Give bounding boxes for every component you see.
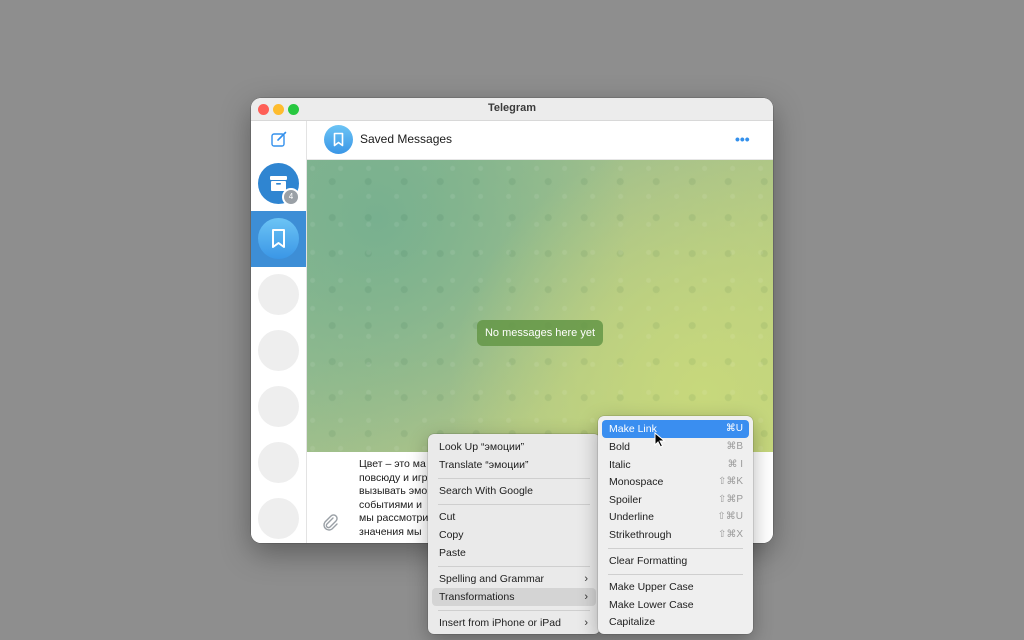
menu-item-label: Spoiler bbox=[609, 494, 642, 506]
menu-shortcut: ⇧⌘X bbox=[717, 529, 743, 540]
menu-item-cut[interactable]: Cut bbox=[432, 508, 596, 526]
menu-shortcut: ⇧⌘U bbox=[717, 511, 743, 522]
menu-item-label: Cut bbox=[439, 511, 456, 523]
menu-item-label: Search With Google bbox=[439, 485, 533, 497]
menu-shortcut: ⇧⌘P bbox=[717, 494, 743, 505]
menu-item-label: Make Lower Case bbox=[609, 599, 694, 611]
submenu-item-bold[interactable]: Bold ⌘B bbox=[602, 438, 749, 456]
submenu-item-spoiler[interactable]: Spoiler ⇧⌘P bbox=[602, 491, 749, 509]
menu-item-label: Insert from iPhone or iPad bbox=[439, 617, 561, 629]
chat-placeholder-avatar[interactable] bbox=[258, 274, 299, 315]
archive-unread-badge: 4 bbox=[282, 188, 300, 206]
menu-item-look-up[interactable]: Look Up “эмоции” bbox=[432, 438, 596, 456]
menu-item-label: Bold bbox=[609, 441, 631, 453]
menu-item-spelling-grammar[interactable]: Spelling and Grammar › bbox=[432, 570, 596, 588]
chat-placeholder-avatar[interactable] bbox=[258, 498, 299, 539]
bookmark-icon bbox=[333, 132, 344, 147]
menu-item-insert-from-iphone[interactable]: Insert from iPhone or iPad › bbox=[432, 614, 596, 632]
menu-separator bbox=[438, 566, 590, 567]
menu-separator bbox=[438, 504, 590, 505]
paperclip-icon[interactable] bbox=[320, 512, 340, 532]
menu-separator bbox=[608, 574, 743, 575]
menu-shortcut: ⌘U bbox=[725, 423, 743, 434]
chat-placeholder-avatar[interactable] bbox=[258, 442, 299, 483]
empty-chat-label: No messages here yet bbox=[477, 320, 603, 346]
menu-separator bbox=[438, 478, 590, 479]
menu-shortcut: ⇧⌘K bbox=[717, 476, 743, 487]
chevron-right-icon: › bbox=[584, 573, 588, 585]
menu-item-copy[interactable]: Copy bbox=[432, 526, 596, 544]
menu-item-label: Paste bbox=[439, 547, 466, 559]
mouse-cursor-icon bbox=[654, 432, 666, 448]
menu-shortcut: ⌘B bbox=[726, 441, 743, 452]
chat-header: Saved Messages ••• bbox=[307, 121, 773, 160]
menu-separator bbox=[608, 548, 743, 549]
bookmark-icon bbox=[272, 229, 285, 248]
menu-item-label: Monospace bbox=[609, 476, 664, 488]
chat-placeholder-avatar[interactable] bbox=[258, 330, 299, 371]
chat-title[interactable]: Saved Messages bbox=[360, 132, 452, 146]
menu-item-label: Clear Formatting bbox=[609, 555, 688, 567]
chat-placeholder-avatar[interactable] bbox=[258, 386, 299, 427]
menu-item-label: Transformations bbox=[439, 591, 515, 603]
menu-shortcut: ⌘ I bbox=[727, 459, 743, 470]
menu-item-label: Make Upper Case bbox=[609, 581, 694, 593]
menu-item-label: Capitalize bbox=[609, 616, 656, 628]
chat-background: No messages here yet bbox=[307, 160, 773, 452]
submenu-item-monospace[interactable]: Monospace ⇧⌘K bbox=[602, 473, 749, 491]
context-menu: Look Up “эмоции” Translate “эмоции” Sear… bbox=[428, 434, 600, 634]
submenu-item-strikethrough[interactable]: Strikethrough ⇧⌘X bbox=[602, 526, 749, 544]
submenu-item-lower-case[interactable]: Make Lower Case bbox=[602, 596, 749, 614]
window-title: Telegram bbox=[487, 102, 537, 114]
compose-icon[interactable] bbox=[270, 130, 288, 148]
transformations-submenu: Make Link ⌘U Bold ⌘B Italic ⌘ I Monospac… bbox=[598, 416, 753, 634]
submenu-item-italic[interactable]: Italic ⌘ I bbox=[602, 456, 749, 474]
submenu-item-underline[interactable]: Underline ⇧⌘U bbox=[602, 508, 749, 526]
menu-item-label: Translate “эмоции” bbox=[439, 459, 529, 471]
menu-item-label: Make Link bbox=[609, 423, 657, 435]
chevron-right-icon: › bbox=[584, 617, 588, 629]
more-options-icon[interactable]: ••• bbox=[735, 131, 750, 147]
menu-item-paste[interactable]: Paste bbox=[432, 544, 596, 562]
chat-list-sidebar: 4 bbox=[251, 121, 307, 543]
menu-item-transformations[interactable]: Transformations › bbox=[432, 588, 596, 606]
chat-wallpaper-pattern bbox=[307, 160, 773, 452]
menu-item-search-google[interactable]: Search With Google bbox=[432, 482, 596, 500]
submenu-item-capitalize[interactable]: Capitalize bbox=[602, 613, 749, 631]
menu-item-label: Spelling and Grammar bbox=[439, 573, 545, 585]
title-bar: Telegram bbox=[251, 98, 773, 121]
menu-item-translate[interactable]: Translate “эмоции” bbox=[432, 456, 596, 474]
submenu-item-clear-formatting[interactable]: Clear Formatting bbox=[602, 552, 749, 570]
menu-item-label: Strikethrough bbox=[609, 529, 672, 541]
menu-item-label: Italic bbox=[609, 459, 631, 471]
chat-header-avatar[interactable] bbox=[324, 125, 353, 154]
menu-separator bbox=[438, 610, 590, 611]
menu-item-label: Copy bbox=[439, 529, 464, 541]
submenu-item-make-link[interactable]: Make Link ⌘U bbox=[602, 420, 749, 438]
saved-messages-avatar[interactable] bbox=[258, 218, 299, 259]
menu-item-label: Underline bbox=[609, 511, 654, 523]
submenu-item-upper-case[interactable]: Make Upper Case bbox=[602, 578, 749, 596]
chevron-right-icon: › bbox=[584, 591, 588, 603]
menu-item-label: Look Up “эмоции” bbox=[439, 441, 525, 453]
